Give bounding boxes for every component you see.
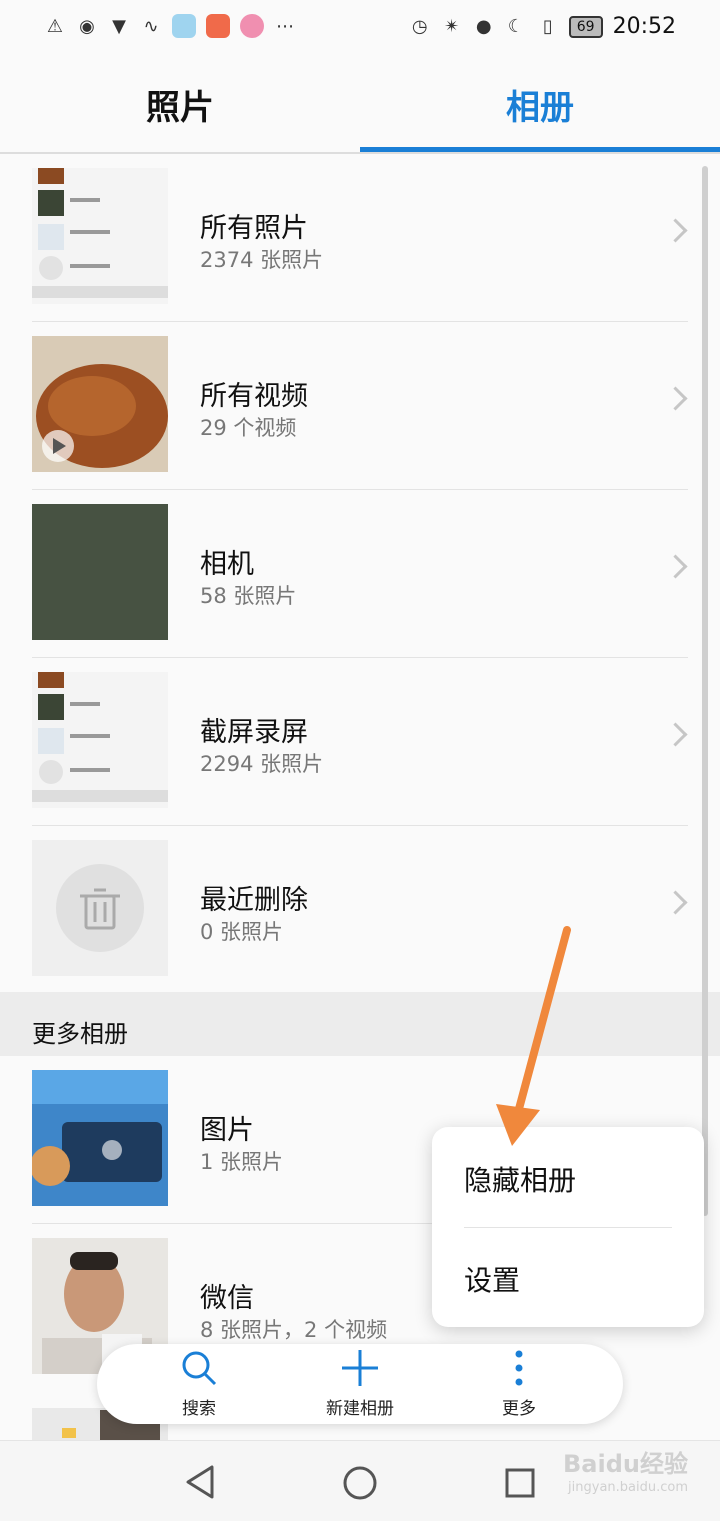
home-icon[interactable] — [342, 1465, 378, 1501]
section-title: 更多相册 — [32, 1020, 128, 1048]
album-count: 0 张照片 — [200, 920, 284, 944]
overflow-menu: 隐藏相册 设置 — [432, 1127, 704, 1327]
app-notification-icon — [172, 14, 196, 38]
more-button[interactable]: 更多 — [459, 1348, 579, 1419]
album-row-all-photos[interactable]: 所有照片 2374 张照片 — [0, 154, 720, 322]
search-label: 搜索 — [182, 1399, 216, 1419]
eye-icon: ◉ — [79, 15, 95, 37]
plus-icon — [342, 1350, 378, 1386]
album-title: 所有视频 — [200, 381, 308, 412]
album-thumbnail — [32, 672, 168, 808]
album-row-screenshots[interactable]: 截屏录屏 2294 张照片 — [0, 658, 720, 826]
alert-icon: ⚠ — [46, 15, 64, 37]
album-thumbnail — [32, 1070, 168, 1206]
watermark-brand: Baidu经验 — [563, 1450, 688, 1478]
tab-bar: 照片 相册 — [0, 58, 720, 154]
clock: 20:52 — [612, 14, 676, 39]
menu-item-hide-albums[interactable]: 隐藏相册 — [464, 1159, 576, 1199]
status-right-icons: ◷ ✴ ● ☾ ▯ 69 20:52 — [409, 14, 676, 39]
chevron-right-icon — [663, 386, 688, 411]
album-count: 1 张照片 — [200, 1150, 284, 1174]
chevron-right-icon — [663, 554, 688, 579]
divider — [464, 1227, 672, 1228]
album-title: 相机 — [200, 549, 254, 580]
album-title: 截屏录屏 — [200, 717, 308, 748]
active-tab-indicator — [360, 147, 720, 152]
app-notification-icon — [206, 14, 230, 38]
location-icon: ● — [475, 16, 492, 37]
album-count: 2374 张照片 — [200, 248, 324, 272]
new-album-label: 新建相册 — [326, 1399, 394, 1419]
album-row-camera[interactable]: 相机 58 张照片 — [0, 490, 720, 658]
activity-icon: ∿ — [143, 15, 159, 37]
back-icon[interactable] — [184, 1465, 216, 1499]
album-thumbnail — [32, 168, 168, 304]
section-header-more-albums: 更多相册 — [0, 992, 720, 1056]
album-row-recently-deleted[interactable]: 最近删除 0 张照片 — [0, 826, 720, 994]
album-count: 58 张照片 — [200, 584, 297, 608]
album-thumbnail — [32, 504, 168, 640]
bottom-action-bar: 搜索 新建相册 更多 — [97, 1344, 623, 1424]
new-album-button[interactable]: 新建相册 — [300, 1348, 420, 1419]
bluetooth-icon: ✴ — [444, 16, 460, 37]
tab-albums[interactable]: 相册 — [360, 80, 720, 129]
more-vertical-icon — [515, 1350, 523, 1386]
album-title: 所有照片 — [200, 213, 308, 244]
search-button[interactable]: 搜索 — [139, 1348, 259, 1419]
search-icon — [182, 1351, 217, 1386]
status-bar: ⚠ ◉ ▼ ∿ ⋯ ◷ ✴ ● ☾ ▯ 69 20:52 — [0, 0, 720, 58]
alarm-icon: ◷ — [411, 16, 428, 37]
album-count: 29 个视频 — [200, 416, 297, 440]
more-notifications-icon: ⋯ — [276, 15, 294, 37]
album-thumbnail — [32, 336, 168, 472]
album-title: 图片 — [200, 1115, 254, 1146]
app-notification-icon — [240, 14, 264, 38]
wifi-icon: ▼ — [112, 15, 126, 37]
moon-icon: ☾ — [507, 16, 524, 37]
chevron-right-icon — [663, 218, 688, 243]
album-thumbnail — [32, 840, 168, 976]
watermark: Baidu经验 jingyan.baidu.com — [563, 1452, 688, 1500]
watermark-url: jingyan.baidu.com — [568, 1480, 688, 1495]
album-count: 2294 张照片 — [200, 752, 324, 776]
more-label: 更多 — [502, 1399, 536, 1419]
battery-level: 69 — [568, 15, 603, 38]
menu-item-settings[interactable]: 设置 — [464, 1259, 520, 1299]
album-count: 8 张照片，2 个视频 — [200, 1318, 388, 1342]
album-title: 微信 — [200, 1283, 254, 1314]
vibrate-icon: ▯ — [542, 16, 553, 37]
album-title: 最近删除 — [200, 885, 308, 916]
chevron-right-icon — [663, 722, 688, 747]
scrollbar[interactable] — [702, 166, 708, 1216]
status-left-icons: ⚠ ◉ ▼ ∿ ⋯ — [44, 14, 296, 38]
album-row-all-videos[interactable]: 所有视频 29 个视频 — [0, 322, 720, 490]
recents-icon[interactable] — [504, 1467, 536, 1499]
chevron-right-icon — [663, 890, 688, 915]
tab-photos[interactable]: 照片 — [0, 80, 360, 129]
